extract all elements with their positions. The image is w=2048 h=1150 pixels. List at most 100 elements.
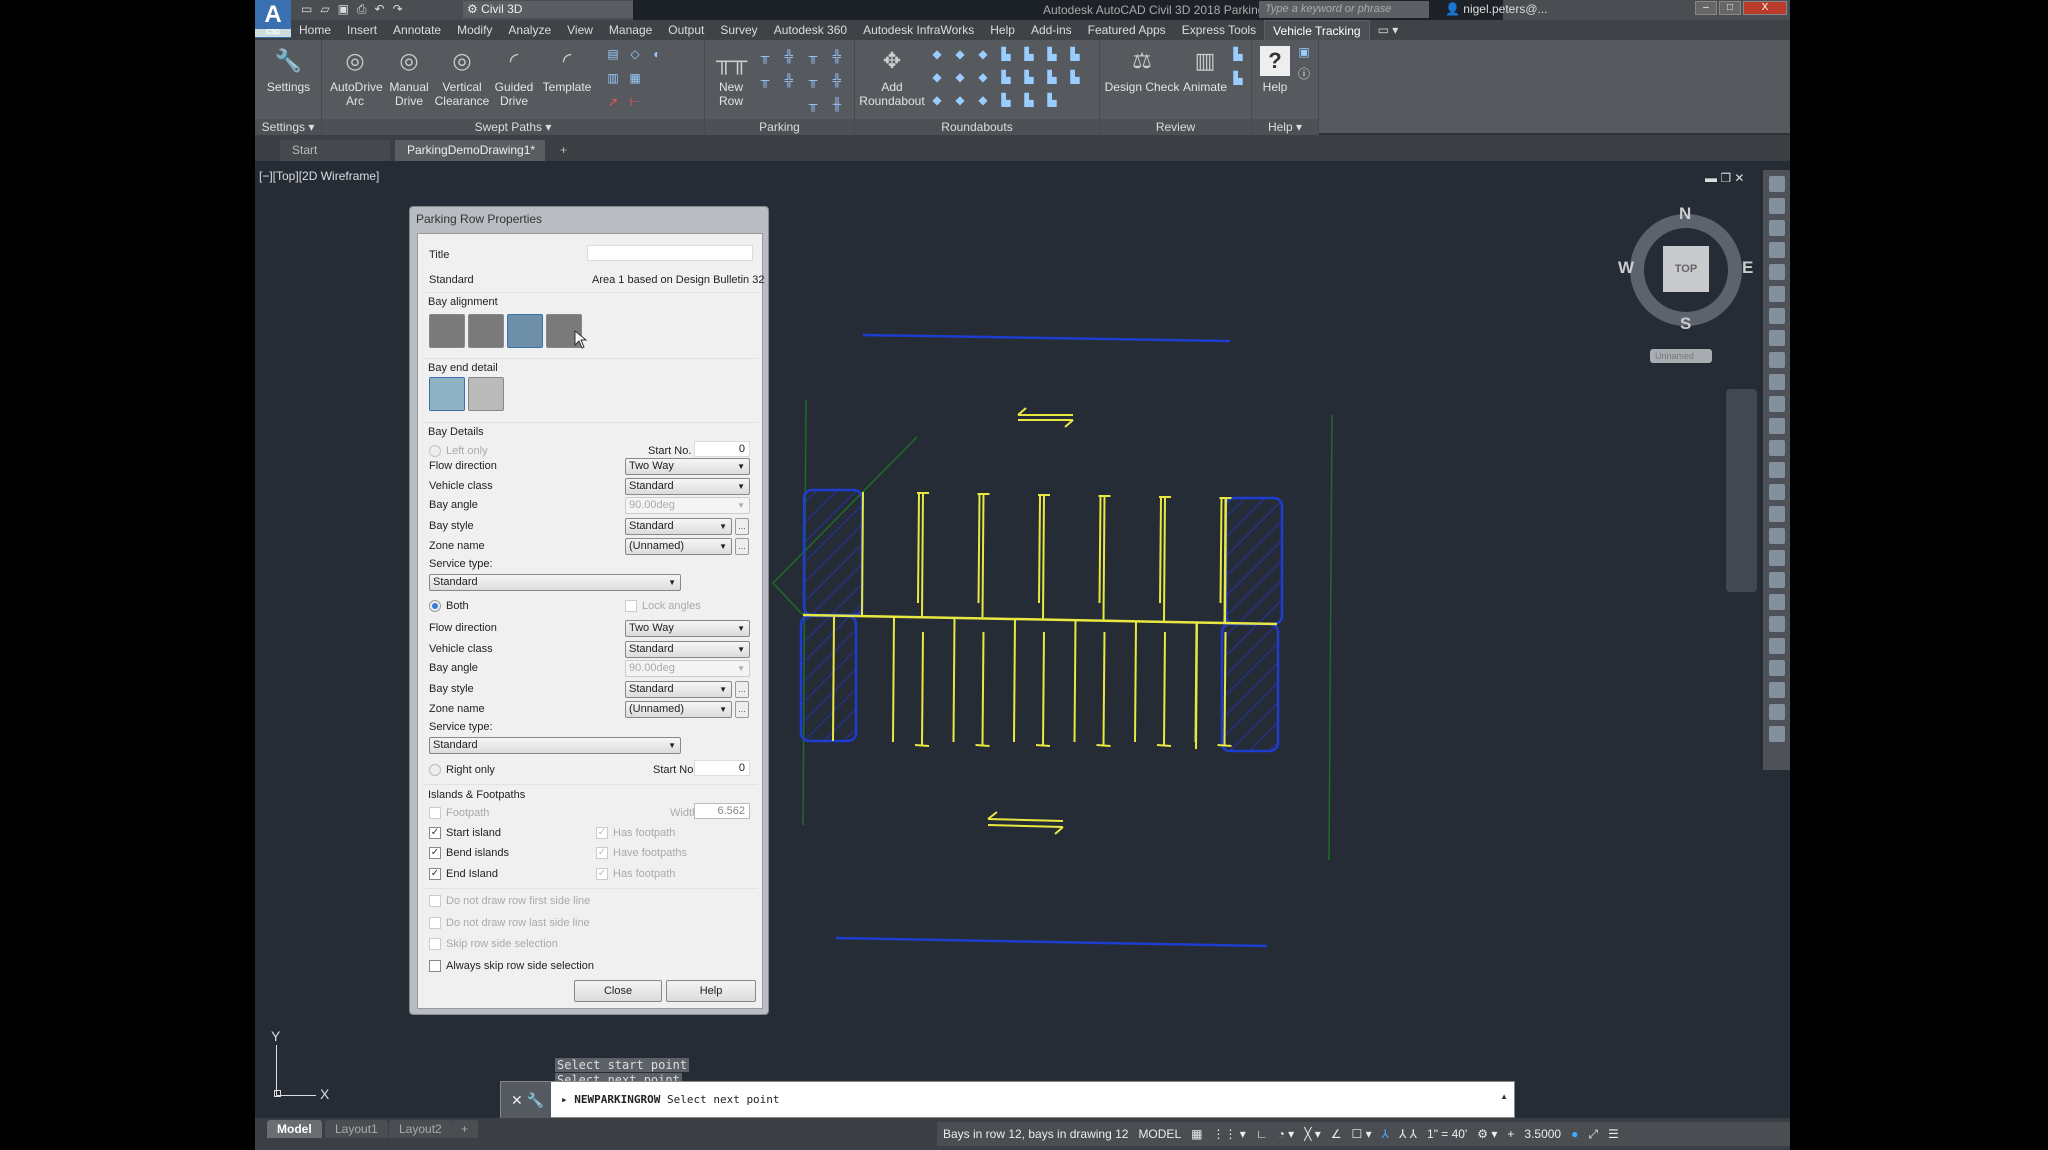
right-toolbar[interactable] xyxy=(1763,170,1790,770)
tool-palette-icon[interactable] xyxy=(1768,418,1785,434)
ortho-icon[interactable]: ∟ xyxy=(1256,1127,1268,1141)
swept-tool-icon[interactable]: ▥ xyxy=(605,70,621,86)
tool-palette-icon[interactable] xyxy=(1768,550,1785,566)
bay-end-option-2[interactable] xyxy=(468,377,504,411)
start-island-checkbox[interactable]: ✓ xyxy=(429,827,441,839)
gear-icon[interactable]: ⚙ ▾ xyxy=(1477,1127,1497,1141)
always-skip-checkbox[interactable] xyxy=(429,960,441,972)
tool-palette-icon[interactable] xyxy=(1768,704,1785,720)
ribbon-tab[interactable]: Annotate xyxy=(385,20,449,40)
tool-palette-icon[interactable] xyxy=(1768,440,1785,456)
panel-label[interactable]: Help ▾ xyxy=(1252,119,1318,135)
navigation-bar[interactable] xyxy=(1726,389,1757,592)
manual-drive-button[interactable]: ◎ Manual Drive xyxy=(388,46,430,108)
bay-end-option-1[interactable] xyxy=(429,377,465,411)
roundabout-tool-icon[interactable]: ▙ xyxy=(1021,69,1037,85)
restore-button[interactable]: □ xyxy=(1719,1,1741,15)
both-flow-direction-select[interactable]: Two Way xyxy=(625,620,750,637)
new-row-button[interactable]: ╥╥ New Row xyxy=(713,46,749,108)
roundabout-tool-icon[interactable]: ▙ xyxy=(1044,46,1060,62)
parking-tool-icon[interactable]: ╥ xyxy=(805,72,821,88)
both-bay-angle-select[interactable]: 90.00deg xyxy=(625,660,750,677)
left-vehicle-class-select[interactable]: Standard xyxy=(625,478,750,495)
help-button[interactable]: Help xyxy=(666,980,756,1002)
ribbon-tab[interactable]: Help xyxy=(982,20,1023,40)
roundabout-tool-icon[interactable]: ▙ xyxy=(1021,92,1037,108)
left-bay-style-select[interactable]: Standard xyxy=(625,518,732,535)
roundabout-tool-icon[interactable]: ▙ xyxy=(998,46,1014,62)
ribbon-tab[interactable]: View xyxy=(559,20,601,40)
tool-palette-icon[interactable] xyxy=(1768,660,1785,676)
parking-tool-icon[interactable]: ╥ xyxy=(757,48,773,64)
tool-palette-icon[interactable] xyxy=(1768,374,1785,390)
roundabout-tool-icon[interactable]: ▙ xyxy=(1067,46,1083,62)
no-first-side-line-checkbox[interactable] xyxy=(429,895,441,907)
bay-alignment-option-1[interactable] xyxy=(429,314,465,348)
tool-palette-icon[interactable] xyxy=(1768,506,1785,522)
close-icon[interactable]: ✕ xyxy=(511,1092,523,1108)
open-icon[interactable]: ▱ xyxy=(320,2,329,17)
search-input[interactable]: Type a keyword or phrase xyxy=(1259,1,1429,18)
compass-east[interactable]: E xyxy=(1742,258,1753,278)
both-vehicle-class-select[interactable]: Standard xyxy=(625,641,750,658)
parking-tool-icon[interactable]: ╥ xyxy=(805,96,821,112)
value-readout[interactable]: 3.5000 xyxy=(1524,1127,1561,1141)
tool-palette-icon[interactable] xyxy=(1768,462,1785,478)
left-only-radio[interactable] xyxy=(429,445,441,457)
viewcube-top-face[interactable]: TOP xyxy=(1663,246,1709,292)
left-zone-name-select[interactable]: (Unnamed) xyxy=(625,538,732,555)
left-flow-direction-select[interactable]: Two Way xyxy=(625,458,750,475)
ribbon-tab[interactable]: Manage xyxy=(601,20,660,40)
roundabout-tool-icon[interactable]: ◆ xyxy=(975,69,991,85)
parking-tool-icon[interactable]: ╬ xyxy=(781,48,797,64)
ribbon-tab[interactable]: Modify xyxy=(449,20,500,40)
settings-button[interactable]: 🔧 Settings xyxy=(261,46,316,94)
annotation-icon[interactable]: ⅄ xyxy=(1382,1127,1389,1141)
ribbon-tab[interactable]: Survey xyxy=(712,20,765,40)
swept-tool-icon[interactable]: ↗ xyxy=(605,94,621,110)
roundabout-tool-icon[interactable]: ◆ xyxy=(975,92,991,108)
ribbon-tab[interactable]: Vehicle Tracking xyxy=(1264,19,1370,41)
footpath-checkbox[interactable] xyxy=(429,807,441,819)
isolate-icon[interactable]: ● xyxy=(1571,1127,1578,1141)
bay-style-browse-button[interactable]: ... xyxy=(735,681,749,698)
roundabout-tool-icon[interactable]: ◆ xyxy=(952,92,968,108)
tab-layout2[interactable]: Layout2 xyxy=(389,1120,452,1138)
roundabout-tool-icon[interactable]: ◆ xyxy=(929,92,945,108)
minimize-button[interactable]: – xyxy=(1695,1,1717,15)
swept-tool-icon[interactable]: ◇ xyxy=(627,46,643,62)
compass-west[interactable]: W xyxy=(1618,258,1634,278)
about-icon[interactable]: ▣ xyxy=(1296,44,1312,60)
tool-palette-icon[interactable] xyxy=(1768,528,1785,544)
angle-icon[interactable]: ∠ xyxy=(1331,1127,1342,1141)
tool-palette-icon[interactable] xyxy=(1768,572,1785,588)
customize-icon[interactable]: 🔧 xyxy=(527,1092,544,1108)
both-service-type-select[interactable]: Standard xyxy=(429,737,681,754)
application-menu-button[interactable]: A C3D xyxy=(255,0,291,38)
plus-icon[interactable]: + xyxy=(1507,1127,1514,1141)
ribbon-tab[interactable]: Add-ins xyxy=(1023,20,1080,40)
roundabout-tool-icon[interactable]: ▙ xyxy=(998,92,1014,108)
roundabout-tool-icon[interactable]: ▙ xyxy=(998,69,1014,85)
ribbon-tab[interactable]: Autodesk InfraWorks xyxy=(855,20,982,40)
roundabout-tool-icon[interactable]: ◆ xyxy=(929,69,945,85)
roundabout-tool-icon[interactable]: ▙ xyxy=(1021,46,1037,62)
ribbon-tab[interactable]: Analyze xyxy=(500,20,559,40)
redo-icon[interactable]: ↷ xyxy=(393,2,403,17)
tool-palette-icon[interactable] xyxy=(1768,264,1785,280)
new-icon[interactable]: ▭ xyxy=(301,2,312,17)
footpath-width-input[interactable]: 6.562 xyxy=(694,803,750,819)
bay-alignment-option-2[interactable] xyxy=(468,314,504,348)
grid-icon[interactable]: ▦ xyxy=(1191,1127,1202,1141)
roundabout-tool-icon[interactable]: ▙ xyxy=(1067,69,1083,85)
ribbon-tab[interactable]: Featured Apps xyxy=(1080,20,1174,40)
selection-icon[interactable]: ☐ ▾ xyxy=(1352,1127,1372,1141)
tool-palette-icon[interactable] xyxy=(1768,682,1785,698)
left-bay-angle-select[interactable]: 90.00deg xyxy=(625,497,750,514)
right-start-no-input[interactable]: 0 xyxy=(694,760,750,776)
end-island-checkbox[interactable]: ✓ xyxy=(429,868,441,880)
command-line-controls[interactable]: ✕ 🔧 xyxy=(501,1082,551,1119)
roundabout-tool-icon[interactable]: ▙ xyxy=(1044,92,1060,108)
report-icon[interactable]: ▙ xyxy=(1230,46,1246,62)
both-bay-style-select[interactable]: Standard xyxy=(625,681,732,698)
